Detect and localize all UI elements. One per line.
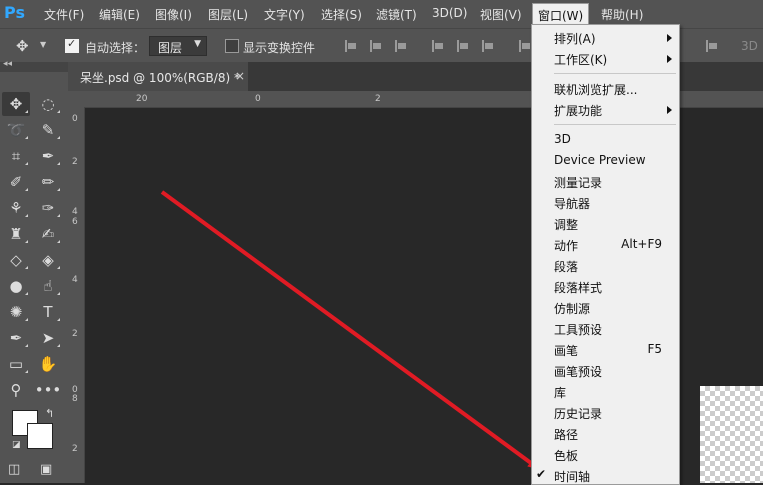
window-menu-item[interactable]: 动作 Alt+F9 (532, 234, 679, 255)
window-menu-item[interactable]: 3D (532, 129, 679, 150)
window-menu-item-label: 3D (554, 132, 571, 146)
window-menu-item-label: 测量记录 (554, 176, 603, 190)
window-menu-item-label: 扩展功能 (554, 104, 603, 118)
window-menu-item[interactable]: Device Preview (532, 150, 679, 171)
submenu-arrow-icon (667, 34, 672, 42)
window-menu-item-label: 调整 (554, 218, 579, 232)
window-menu-item[interactable]: 仿制源 (532, 297, 679, 318)
window-menu-dropdown: 排列(A) 工作区(K) 联机浏览扩展... 扩展功能 3D Device Preview… (531, 24, 680, 485)
annotation-arrow-line (160, 190, 535, 466)
window-menu-item[interactable]: 工具预设 (532, 318, 679, 339)
window-menu-item[interactable]: 测量记录 (532, 171, 679, 192)
window-menu-item[interactable]: 库 (532, 381, 679, 402)
submenu-arrow-icon (667, 55, 672, 63)
window-menu-item-shortcut: F5 (647, 342, 662, 356)
window-menu-item-label: Device Preview (554, 153, 646, 167)
submenu-arrow-icon (667, 106, 672, 114)
window-menu-item[interactable]: 色板 (532, 444, 679, 465)
window-menu-item-label: 段落 (554, 260, 579, 274)
window-menu-item-label: 色板 (554, 449, 579, 463)
window-menu-item[interactable]: 排列(A) (532, 27, 679, 48)
window-menu-item-label: 路径 (554, 428, 579, 442)
menu-separator (554, 124, 676, 125)
window-menu-item-label: 仿制源 (554, 302, 591, 316)
window-menu-item[interactable]: 工作区(K) (532, 48, 679, 69)
window-menu-item-label: 库 (554, 386, 567, 400)
window-menu-item-label: 历史记录 (554, 407, 603, 421)
window-menu-item[interactable]: 段落 (532, 255, 679, 276)
window-menu-item-label: 排列(A) (554, 32, 596, 46)
window-menu-item-label: 时间轴 (554, 470, 591, 484)
window-menu-item[interactable]: 历史记录 (532, 402, 679, 423)
checkmark-icon: ✔ (536, 467, 547, 481)
window-menu-item-label: 联机浏览扩展... (554, 83, 638, 97)
window-menu-item-label: 工作区(K) (554, 53, 608, 67)
window-menu-item-label: 段落样式 (554, 281, 603, 295)
menu-separator (554, 73, 676, 74)
window-menu-item[interactable]: 画笔预设 (532, 360, 679, 381)
window-menu-item[interactable]: 段落样式 (532, 276, 679, 297)
window-menu-item-label: 工具预设 (554, 323, 603, 337)
window-menu-item-label: 动作 (554, 239, 579, 253)
window-menu-item-label: 导航器 (554, 197, 591, 211)
window-menu-item[interactable]: 联机浏览扩展... (532, 78, 679, 99)
window-menu-item[interactable]: 调整 (532, 213, 679, 234)
window-menu-item[interactable]: 画笔 F5 (532, 339, 679, 360)
window-menu-item-label: 画笔预设 (554, 365, 603, 379)
window-menu-item[interactable]: 扩展功能 (532, 99, 679, 120)
window-menu-item-label: 画笔 (554, 344, 579, 358)
window-menu-item-shortcut: Alt+F9 (621, 237, 662, 251)
window-menu-item[interactable]: 路径 (532, 423, 679, 444)
window-menu-item[interactable]: ✔ 时间轴 (532, 465, 679, 484)
window-menu-item[interactable]: 导航器 (532, 192, 679, 213)
